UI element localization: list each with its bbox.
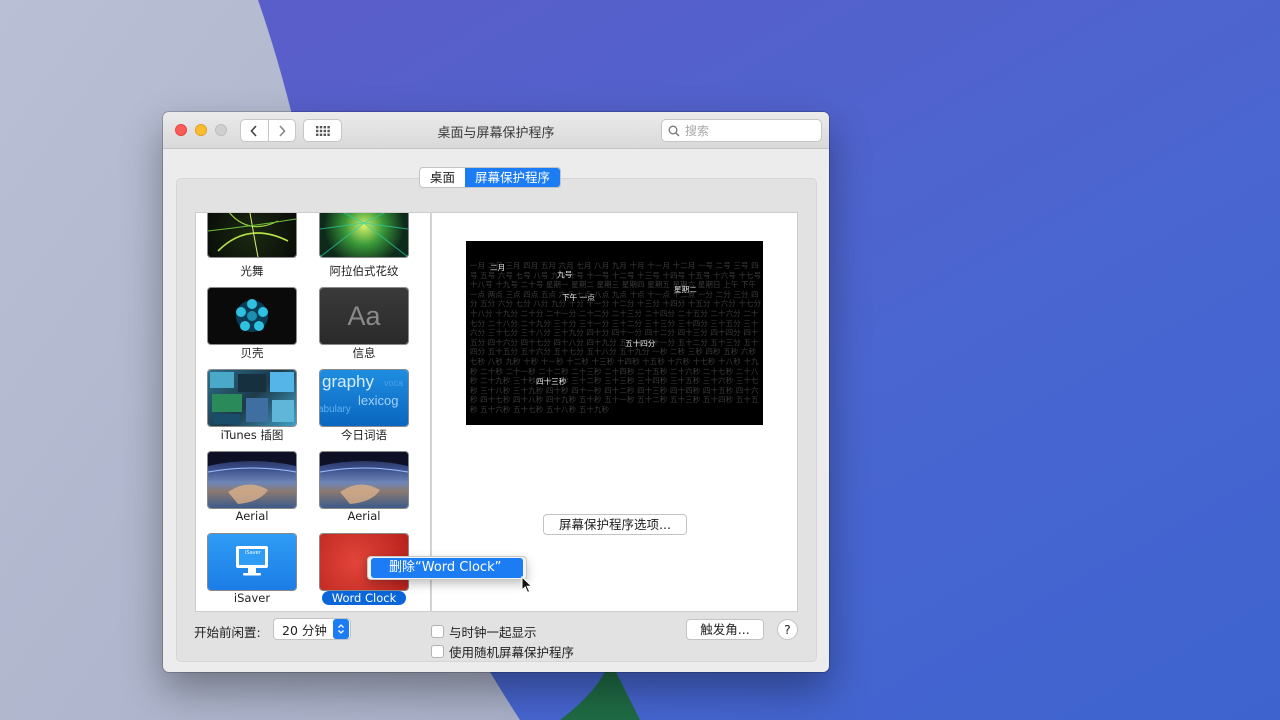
word-clock-background-text: 一月 二月 三月 四月 五月 六月 七月 八月 九月 十月 十一月 十二月 一号…: [470, 261, 762, 414]
screensaver-label: iSaver: [233, 591, 271, 605]
popup-arrows-icon[interactable]: [333, 619, 349, 639]
clock-word-hour: 下午 一点: [562, 293, 595, 302]
context-menu: 删除“Word Clock”: [367, 556, 527, 580]
screensaver-label: 贝壳: [240, 346, 264, 360]
random-screensaver-label: 使用随机屏幕保护程序: [449, 645, 575, 660]
screensaver-label: 阿拉伯式花纹: [329, 264, 399, 278]
screensaver-thumb-aerial[interactable]: [320, 452, 408, 508]
idle-time-select[interactable]: 20 分钟: [273, 618, 351, 640]
title-bar: 桌面与屏幕保护程序 搜索: [163, 112, 829, 149]
preferences-window: 桌面与屏幕保护程序 搜索 桌面 屏幕保护程序 光舞 阿拉伯式花纹 贝壳 Aa 信…: [163, 112, 829, 672]
clock-word-second: 四十三秒: [536, 377, 567, 386]
screensaver-thumb-arabesque[interactable]: [320, 213, 408, 257]
mouse-pointer-icon: [521, 576, 533, 594]
screensaver-label: Aerial: [235, 509, 269, 523]
screensaver-options-button[interactable]: 屏幕保护程序选项...: [543, 514, 687, 535]
word-tile-text: graphy: [322, 372, 374, 391]
screensaver-label: 信息: [352, 346, 376, 360]
show-with-clock-option[interactable]: 与时钟一起显示: [431, 622, 537, 641]
idle-time-value: 20 分钟: [282, 622, 327, 638]
screensaver-list[interactable]: 光舞 阿拉伯式花纹 贝壳 Aa 信息 iTunes 插图 graphy lexi…: [195, 212, 431, 612]
screensaver-label: 光舞: [240, 264, 264, 278]
clock-word-minute: 五十四分: [625, 339, 656, 348]
word-tile-text: lexicog: [358, 393, 399, 408]
random-screensaver-checkbox[interactable]: [431, 645, 444, 658]
screensaver-thumb-isaver[interactable]: iSaver: [208, 534, 296, 590]
message-tile-text: Aa: [347, 300, 381, 331]
tab-screensaver[interactable]: 屏幕保护程序: [465, 168, 561, 187]
word-tile-text: abulary: [320, 404, 351, 415]
search-field[interactable]: 搜索: [661, 119, 822, 142]
screensaver-label: iTunes 插图: [220, 428, 284, 442]
itunes-artwork-graphic: [210, 372, 294, 424]
word-tile-text: voca: [384, 378, 404, 388]
clock-word-weekday: 星期二: [674, 285, 697, 294]
arabesque-graphic: [320, 213, 408, 257]
screensaver-label: 今日词语: [341, 428, 387, 442]
idle-time-label: 开始前闲置:: [194, 625, 261, 640]
search-placeholder: 搜索: [685, 124, 710, 138]
screensaver-preview: 一月 二月 三月 四月 五月 六月 七月 八月 九月 十月 十一月 十二月 一号…: [466, 241, 763, 425]
earth-graphic: [320, 452, 408, 504]
monitor-icon: [236, 546, 268, 576]
screensaver-thumb-light-dance[interactable]: [208, 213, 296, 257]
screensaver-thumb-shell[interactable]: [208, 288, 296, 344]
random-screensaver-option[interactable]: 使用随机屏幕保护程序: [431, 642, 574, 661]
screensaver-thumb-itunes[interactable]: [208, 370, 296, 426]
clock-word-day: 九号: [557, 270, 573, 279]
screensaver-thumb-aerial[interactable]: [208, 452, 296, 508]
earth-graphic: [208, 452, 296, 504]
show-with-clock-label: 与时钟一起显示: [449, 625, 537, 640]
isaver-tile-text: iSaver: [245, 550, 261, 556]
screensaver-label-selected: Word Clock: [322, 591, 406, 605]
delete-word-clock-menu-item[interactable]: 删除“Word Clock”: [371, 558, 523, 578]
screensaver-thumb-message[interactable]: Aa: [320, 288, 408, 344]
clock-word-month: 二月: [490, 263, 506, 272]
search-icon: [668, 125, 680, 136]
help-button[interactable]: ?: [777, 619, 798, 640]
screensaver-label: Aerial: [347, 509, 381, 523]
screensaver-thumb-word-of-day[interactable]: graphy lexicog abulary voca: [320, 370, 408, 426]
show-with-clock-checkbox[interactable]: [431, 625, 444, 638]
light-dance-graphic: [208, 213, 296, 257]
hot-corners-button[interactable]: 触发角...: [686, 619, 764, 640]
tab-bar: 桌面 屏幕保护程序: [419, 167, 562, 188]
tab-desktop[interactable]: 桌面: [420, 168, 465, 187]
preview-panel: 一月 二月 三月 四月 五月 六月 七月 八月 九月 十月 十一月 十二月 一号…: [431, 212, 798, 612]
shell-graphic: [236, 299, 268, 332]
